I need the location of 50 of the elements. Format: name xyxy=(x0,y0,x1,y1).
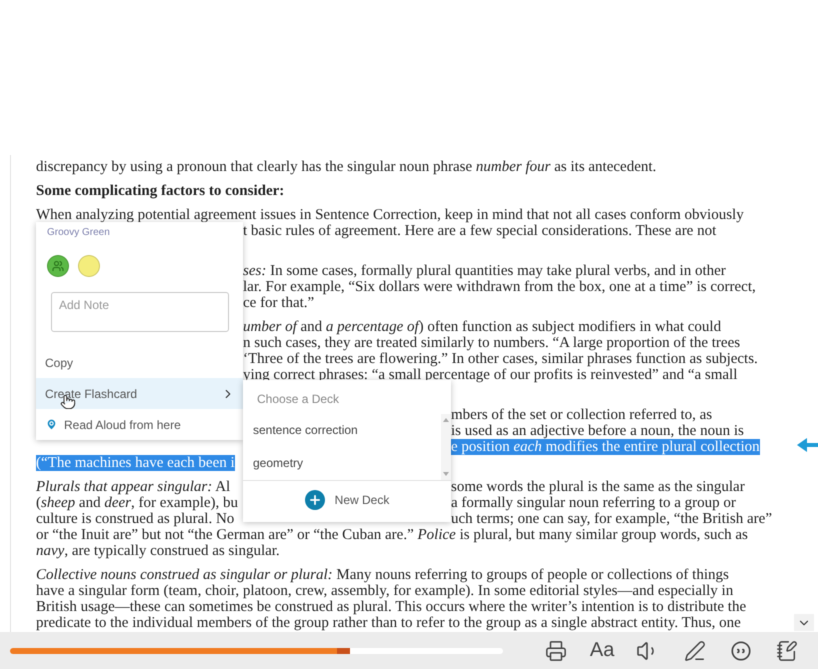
text-line: Plurals that appear singular: Al xyxy=(36,479,230,495)
selected-text: e position each modifies the entire plural collection xyxy=(451,439,760,455)
people-icon xyxy=(52,260,64,272)
text-line: have a singular form (team, choir, platoon, crew, assembly, for example). In some editorial styles—and especially in xyxy=(36,583,734,599)
deck-menu-title: Choose a Deck xyxy=(256,391,340,408)
text-line: t basic rules of agreement. Here are a few special considerations. These are not xyxy=(243,223,716,239)
text-line: British usage—these can sometimes be construed as plural. This occurs where the writer’s intention is to distribute the xyxy=(36,599,746,615)
note-field[interactable]: Add Note xyxy=(51,292,229,332)
selected-text: (“The machines have each been i xyxy=(36,455,235,471)
text-line: ‘Three of the trees are flowering.” In other cases, similar phrases function as subjects. xyxy=(243,351,758,367)
text-line: Collective nouns construed as singular or plural: Many nouns referring to groups of people or collections of things xyxy=(36,567,729,583)
text-line: some words the plural is the same as the singular xyxy=(451,479,745,495)
deck-item[interactable]: sentence correction xyxy=(243,414,441,447)
color-swatch[interactable] xyxy=(78,254,100,277)
text-line: uch terms; one can say, for example, “the British are” xyxy=(451,511,772,527)
color-swatch[interactable] xyxy=(47,254,69,277)
scroll-up-icon xyxy=(443,418,449,422)
text-line: or “the Inuit are” but not “the German are” or “the Cuban are.” Police is plural, but many similar group words, such as xyxy=(36,527,748,543)
text-line: umber of and a percentage of) often function as subject modifiers in what could xyxy=(243,319,722,335)
text-line: discrepancy by using a pronoun that clearly has the singular noun phrase number four as its antecedent. xyxy=(36,159,656,175)
scroll-down-icon xyxy=(443,472,449,476)
scrollbar[interactable] xyxy=(441,414,451,480)
text-size-button[interactable]: Aa xyxy=(579,636,626,666)
text-line: ce for that.” xyxy=(243,295,314,311)
menu-item[interactable]: Create Flashcard xyxy=(36,378,243,410)
text-line: ses: In some cases, formally plural quantities may take plural verbs, and in other xyxy=(243,263,726,279)
menu-item[interactable]: Read Aloud from here xyxy=(36,409,243,440)
text-line: n such cases, they are treated similarly to numbers. “A large proportion of the trees xyxy=(243,335,740,351)
text-line: lar. For example, “Six dollars were withdrawn from the box, one at a time” is correct, xyxy=(243,279,756,295)
print-icon xyxy=(544,640,567,662)
text-line: is used as an adjective before a noun, the noun is xyxy=(451,423,744,439)
text-line: mbers of the set or collection referred to, as xyxy=(451,407,712,423)
pen-icon xyxy=(684,640,706,662)
text-line: (sheep and deer, for example), bu xyxy=(36,495,238,511)
text-line: predicate to the individual members of the group rather than to refer to the group as a single abstract entity. Thus, one xyxy=(36,615,741,631)
text-line: navy, are typically construed as singular. xyxy=(36,543,280,559)
menu-item[interactable]: Copy xyxy=(36,347,243,378)
pin-icon xyxy=(45,418,58,432)
plus-icon xyxy=(304,490,325,510)
text-line: When analyzing potential agreement issues in Sentence Correction, keep in mind that not all cases conform obviously xyxy=(36,207,744,223)
text-line: culture is construed as plural. No xyxy=(36,511,234,527)
deck-item[interactable]: geometry xyxy=(243,447,441,480)
notes-icon xyxy=(776,640,798,662)
scroll-down-button[interactable] xyxy=(794,614,814,631)
section-heading: Some complicating factors to consider: xyxy=(36,183,284,199)
arrow-icon xyxy=(797,437,818,453)
text-line: a formally singular noun referring to a group or xyxy=(451,495,736,511)
new-deck-button[interactable]: New Deck xyxy=(298,488,396,512)
color-name: Groovy Green xyxy=(46,226,111,240)
quote-icon xyxy=(730,640,752,662)
